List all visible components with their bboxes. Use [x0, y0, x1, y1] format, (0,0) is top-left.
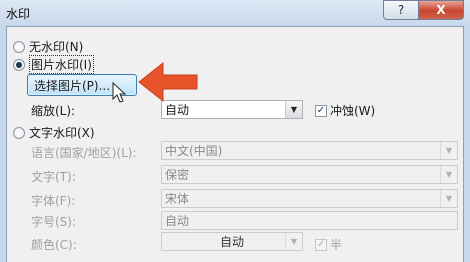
- dialog-title: 水印: [6, 7, 31, 21]
- language-combo[interactable]: 中文(中国) ▼: [161, 141, 458, 160]
- washout-label: 冲蚀(W): [330, 104, 376, 118]
- close-button[interactable]: X: [418, 0, 464, 20]
- chevron-down-icon: ▼: [440, 190, 457, 207]
- size-label: 字号(S):: [31, 215, 77, 229]
- no-watermark-radio[interactable]: [13, 40, 25, 53]
- help-button[interactable]: ?: [383, 0, 419, 20]
- help-icon: ?: [397, 3, 405, 17]
- title-bar: 水印 ? X: [0, 0, 470, 26]
- chevron-down-icon: ▼: [440, 166, 457, 183]
- font-value: 宋体: [165, 192, 190, 206]
- picture-watermark-label: 图片水印(I): [29, 55, 94, 74]
- semi-transparent-label: 半: [330, 238, 343, 252]
- text-watermark-radio[interactable]: [13, 126, 25, 139]
- scale-label: 缩放(L):: [31, 104, 76, 118]
- picture-watermark-radio[interactable]: [13, 58, 25, 71]
- chevron-down-icon: ▼: [440, 142, 457, 159]
- orange-arrow-icon: [138, 61, 198, 103]
- no-watermark-option[interactable]: 无水印(N): [13, 38, 83, 55]
- text-combo[interactable]: 保密 ▼: [161, 165, 458, 184]
- watermark-dialog: 水印 ? X 无水印(N) 图片水印(I) 选择图片(P)... 缩放(L): …: [0, 0, 470, 262]
- language-label: 语言(国家/地区)(L):: [31, 146, 137, 160]
- washout-option[interactable]: ✓ 冲蚀(W): [315, 102, 375, 119]
- chevron-down-icon: ▼: [285, 233, 302, 250]
- font-label: 字体(F):: [31, 194, 76, 208]
- washout-checkbox[interactable]: ✓: [315, 104, 327, 117]
- semi-transparent-checkbox[interactable]: ✓: [315, 238, 327, 251]
- semi-transparent-option[interactable]: ✓ 半: [315, 236, 342, 253]
- dialog-body: 无水印(N) 图片水印(I) 选择图片(P)... 缩放(L): 自动 ▼ ✓ …: [6, 26, 464, 262]
- color-combo[interactable]: 自动 ▼: [161, 232, 303, 251]
- picture-watermark-option[interactable]: 图片水印(I): [13, 55, 94, 74]
- color-value: 自动: [219, 235, 244, 249]
- size-combo[interactable]: 自动: [161, 211, 458, 230]
- text-watermark-option[interactable]: 文字水印(X): [13, 124, 95, 141]
- font-combo[interactable]: 宋体 ▼: [161, 189, 458, 208]
- mouse-cursor-icon: [112, 82, 127, 103]
- text-label: 文字(T):: [31, 170, 76, 184]
- text-value: 保密: [165, 168, 190, 182]
- no-watermark-label: 无水印(N): [29, 40, 84, 54]
- language-value: 中文(中国): [165, 144, 223, 158]
- color-label: 颜色(C):: [31, 238, 77, 252]
- text-watermark-label: 文字水印(X): [29, 126, 95, 140]
- chevron-down-icon: ▼: [285, 101, 302, 118]
- size-value: 自动: [165, 214, 190, 228]
- select-picture-label: 选择图片(P)...: [34, 78, 111, 93]
- close-icon: X: [436, 3, 446, 17]
